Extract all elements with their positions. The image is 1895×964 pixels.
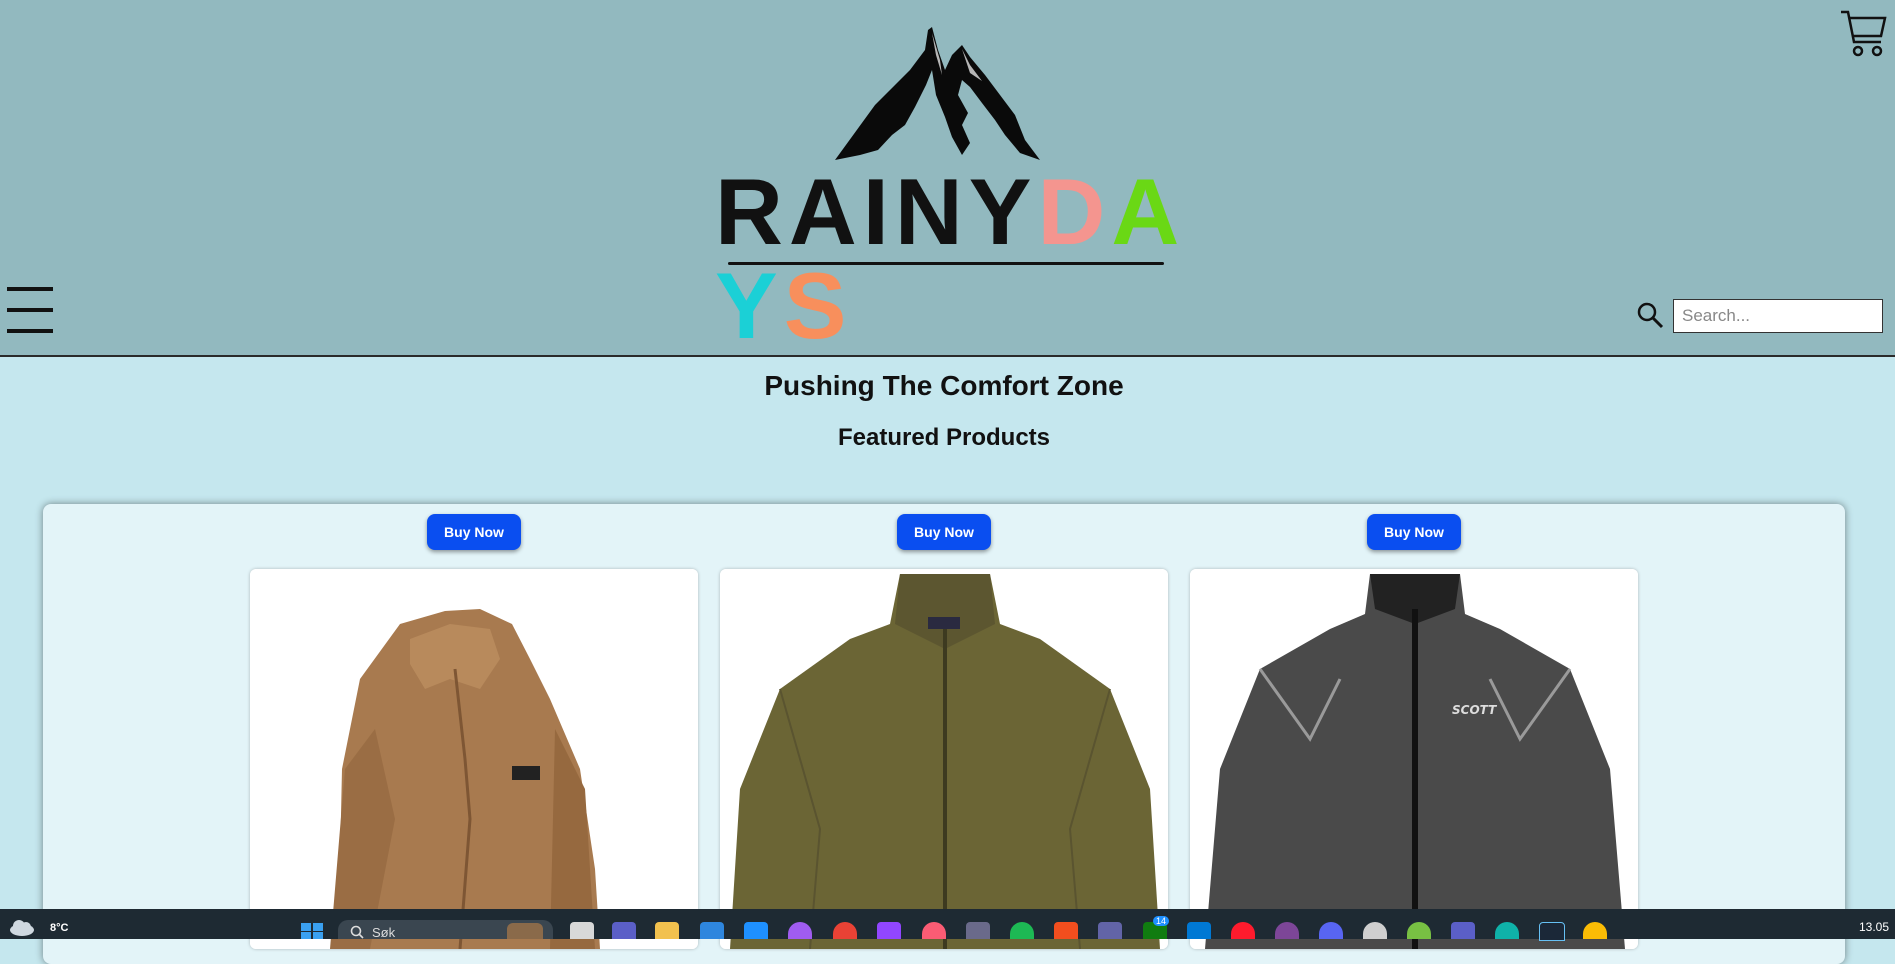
chrome-icon[interactable]: [833, 922, 857, 939]
search-icon: [350, 925, 364, 939]
olive-zip-fleece-jacket-image: [720, 569, 1168, 949]
taskbar-search-box[interactable]: Søk: [338, 920, 553, 940]
shopping-cart-icon[interactable]: [1839, 8, 1887, 58]
black-scott-wind-jacket-image: SCOTT: [1190, 569, 1638, 949]
weather-temperature: 8°C: [50, 922, 69, 934]
cloud-icon: [10, 920, 34, 936]
twitch-icon[interactable]: [877, 922, 901, 939]
featured-products-heading: Featured Products: [837, 424, 1051, 451]
utorrent-icon[interactable]: [1407, 922, 1431, 939]
teams-icon[interactable]: [1098, 922, 1122, 939]
notification-badge: 14: [1153, 916, 1170, 926]
search-icon[interactable]: [1636, 301, 1664, 329]
edge-icon[interactable]: [1495, 922, 1519, 939]
site-header: RAINYDA YS: [0, 0, 1895, 357]
folder-icon[interactable]: [655, 922, 679, 939]
logo-word-rainy: RAINY: [715, 159, 1038, 264]
store-icon[interactable]: [700, 922, 724, 939]
product-card[interactable]: [720, 569, 1168, 949]
figma-icon[interactable]: [1054, 922, 1078, 939]
logo-letter-d: D: [1037, 159, 1112, 264]
page-title: Pushing The Comfort Zone: [764, 370, 1124, 401]
mountain-logo-icon: [835, 27, 1040, 160]
logo-wordmark: RAINYDAYS: [715, 165, 1190, 353]
obs-icon[interactable]: [966, 922, 990, 939]
teams-icon[interactable]: [1451, 922, 1475, 939]
logo-underline: [728, 262, 1164, 265]
xbox-icon[interactable]: 14: [1143, 916, 1170, 939]
logo-letter-y: Y: [715, 253, 784, 358]
messenger-icon[interactable]: [788, 922, 812, 939]
buy-now-button[interactable]: Buy Now: [427, 514, 521, 550]
search-input[interactable]: [1673, 299, 1883, 333]
hamburger-menu-icon[interactable]: [7, 285, 53, 335]
brown-fleece-jacket-image: [250, 569, 698, 949]
opera-icon[interactable]: [1231, 922, 1255, 939]
product-card[interactable]: SCOTT: [1190, 569, 1638, 949]
taskbar-search-text: Søk: [372, 925, 396, 940]
logo-letter-s: S: [783, 253, 853, 358]
teams-icon[interactable]: [612, 922, 636, 939]
tor-icon[interactable]: [1275, 922, 1299, 939]
settings-icon[interactable]: [1363, 922, 1387, 939]
rainydays-logo[interactable]: RAINYDAYS: [700, 25, 1190, 353]
svg-text:SCOTT: SCOTT: [1452, 703, 1497, 717]
discord-icon[interactable]: [1319, 922, 1343, 939]
file-explorer-icon[interactable]: [570, 922, 594, 939]
featured-products-panel: Buy Now Buy Now Buy Now SCOTT: [43, 504, 1845, 964]
itunes-icon[interactable]: [922, 922, 946, 939]
buy-now-button[interactable]: Buy Now: [1367, 514, 1461, 550]
weather-widget[interactable]: 8°C: [8, 912, 78, 939]
os-taskbar: 8°C Søk 14 13.05: [0, 909, 1895, 941]
windows-start-icon[interactable]: [300, 922, 324, 939]
search-highlight-image: [507, 923, 543, 939]
chrome-icon[interactable]: [1583, 922, 1607, 939]
spotify-icon[interactable]: [1010, 922, 1034, 939]
mail-icon[interactable]: [744, 922, 768, 939]
system-clock: 13.05: [1858, 920, 1889, 934]
steam-icon[interactable]: [1539, 922, 1565, 941]
logo-letter-a: A: [1111, 159, 1186, 264]
product-card[interactable]: [250, 569, 698, 949]
vscode-icon[interactable]: [1187, 922, 1211, 939]
buy-now-button[interactable]: Buy Now: [897, 514, 991, 550]
